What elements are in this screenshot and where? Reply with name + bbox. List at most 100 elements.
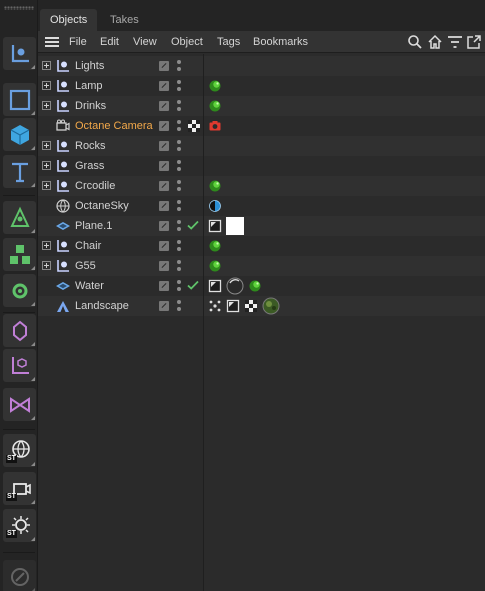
object-row[interactable]: Landscape: [38, 296, 485, 316]
expand-toggle-icon[interactable]: [42, 241, 51, 250]
visibility-dots-icon[interactable]: [176, 118, 182, 134]
object-name[interactable]: Octane Camera: [75, 119, 153, 133]
texture-tag-icon[interactable]: [208, 219, 222, 233]
object-name[interactable]: G55: [75, 259, 96, 273]
expand-icon[interactable]: [466, 34, 482, 50]
visibility-dots-icon[interactable]: [176, 178, 182, 194]
checker-tag-icon[interactable]: [187, 119, 201, 133]
octane-camera-tool[interactable]: ST: [3, 472, 36, 505]
object-name[interactable]: Drinks: [75, 99, 106, 113]
object-row[interactable]: Crcodile: [38, 176, 485, 196]
object-name[interactable]: Water: [75, 279, 104, 293]
text-tool[interactable]: [3, 155, 36, 188]
layer-toggle-icon[interactable]: [159, 141, 169, 151]
menu-view[interactable]: View: [133, 35, 157, 49]
object-row[interactable]: Chair: [38, 236, 485, 256]
object-row[interactable]: G55: [38, 256, 485, 276]
dark-sphere-tag-icon[interactable]: [226, 277, 244, 295]
object-name[interactable]: Landscape: [75, 299, 129, 313]
texture-tag-icon[interactable]: [208, 279, 222, 293]
expand-toggle-icon[interactable]: [42, 81, 51, 90]
menu-object[interactable]: Object: [171, 35, 203, 49]
spline-pen-tool[interactable]: [3, 201, 36, 234]
checker-tag-icon[interactable]: [244, 299, 258, 313]
layer-toggle-icon[interactable]: [159, 61, 169, 71]
deformer-tool[interactable]: [3, 274, 36, 307]
layer-toggle-icon[interactable]: [159, 261, 169, 271]
visibility-dots-icon[interactable]: [176, 258, 182, 274]
null-object-tool[interactable]: [3, 37, 36, 70]
object-name[interactable]: Grass: [75, 159, 104, 173]
object-row[interactable]: Rocks: [38, 136, 485, 156]
object-row[interactable]: Lights: [38, 56, 485, 76]
layer-toggle-icon[interactable]: [159, 301, 169, 311]
mograph-tool[interactable]: [3, 388, 36, 421]
object-name[interactable]: Lamp: [75, 79, 103, 93]
visibility-dots-icon[interactable]: [176, 218, 182, 234]
texture-tag-icon[interactable]: [226, 299, 240, 313]
moss-sphere-tag-icon[interactable]: [262, 297, 280, 315]
object-row[interactable]: OctaneSky: [38, 196, 485, 216]
expand-toggle-icon[interactable]: [42, 61, 51, 70]
axis-tool[interactable]: [3, 349, 36, 382]
object-row[interactable]: Octane Camera: [38, 116, 485, 136]
layer-toggle-icon[interactable]: [159, 201, 169, 211]
green-sphere-tag-icon[interactable]: [208, 99, 222, 113]
tab-takes[interactable]: Takes: [100, 9, 149, 31]
cube-outline-tool[interactable]: [3, 83, 36, 116]
object-row[interactable]: Water: [38, 276, 485, 296]
layer-toggle-icon[interactable]: [159, 161, 169, 171]
object-name[interactable]: Rocks: [75, 139, 106, 153]
expand-toggle-icon[interactable]: [42, 161, 51, 170]
object-row[interactable]: Drinks: [38, 96, 485, 116]
visibility-dots-icon[interactable]: [176, 238, 182, 254]
palette-grip[interactable]: [4, 6, 34, 10]
visibility-dots-icon[interactable]: [176, 138, 182, 154]
object-row[interactable]: Lamp: [38, 76, 485, 96]
object-name[interactable]: Lights: [75, 59, 104, 73]
visibility-dots-icon[interactable]: [176, 158, 182, 174]
layer-toggle-icon[interactable]: [159, 181, 169, 191]
menu-tags[interactable]: Tags: [217, 35, 240, 49]
layer-toggle-icon[interactable]: [159, 81, 169, 91]
home-icon[interactable]: [427, 34, 443, 50]
visibility-dots-icon[interactable]: [176, 198, 182, 214]
search-icon[interactable]: [407, 34, 423, 50]
visibility-dots-icon[interactable]: [176, 58, 182, 74]
green-sphere-tag-icon[interactable]: [248, 279, 262, 293]
green-sphere-tag-icon[interactable]: [208, 79, 222, 93]
lock-tool[interactable]: [3, 560, 36, 591]
enabled-check-icon[interactable]: [186, 218, 200, 232]
object-name[interactable]: Chair: [75, 239, 101, 253]
object-name[interactable]: Plane.1: [75, 219, 112, 233]
visibility-dots-icon[interactable]: [176, 298, 182, 314]
layer-toggle-icon[interactable]: [159, 241, 169, 251]
hamburger-menu-icon[interactable]: [45, 37, 59, 47]
visibility-dots-icon[interactable]: [176, 278, 182, 294]
green-sphere-tag-icon[interactable]: [208, 179, 222, 193]
object-name[interactable]: Crcodile: [75, 179, 115, 193]
white-material-tag-icon[interactable]: [226, 217, 244, 235]
expand-toggle-icon[interactable]: [42, 141, 51, 150]
filter-icon[interactable]: [447, 34, 463, 50]
cloner-tool[interactable]: [3, 238, 36, 271]
green-sphere-tag-icon[interactable]: [208, 259, 222, 273]
object-name[interactable]: OctaneSky: [75, 199, 129, 213]
menu-bookmarks[interactable]: Bookmarks: [253, 35, 308, 49]
visibility-dots-icon[interactable]: [176, 78, 182, 94]
green-sphere-tag-icon[interactable]: [208, 239, 222, 253]
layer-toggle-icon[interactable]: [159, 101, 169, 111]
layer-toggle-icon[interactable]: [159, 281, 169, 291]
visibility-dots-icon[interactable]: [176, 98, 182, 114]
enabled-check-icon[interactable]: [186, 278, 200, 292]
menu-edit[interactable]: Edit: [100, 35, 119, 49]
column-separator[interactable]: [203, 54, 204, 591]
tab-objects[interactable]: Objects: [40, 9, 98, 31]
expand-toggle-icon[interactable]: [42, 101, 51, 110]
octane-sky-tool[interactable]: ST: [3, 434, 36, 467]
cube-solid-tool[interactable]: [3, 118, 36, 151]
object-row[interactable]: Grass: [38, 156, 485, 176]
expand-toggle-icon[interactable]: [42, 181, 51, 190]
blue-half-tag-icon[interactable]: [208, 199, 222, 213]
expand-toggle-icon[interactable]: [42, 261, 51, 270]
